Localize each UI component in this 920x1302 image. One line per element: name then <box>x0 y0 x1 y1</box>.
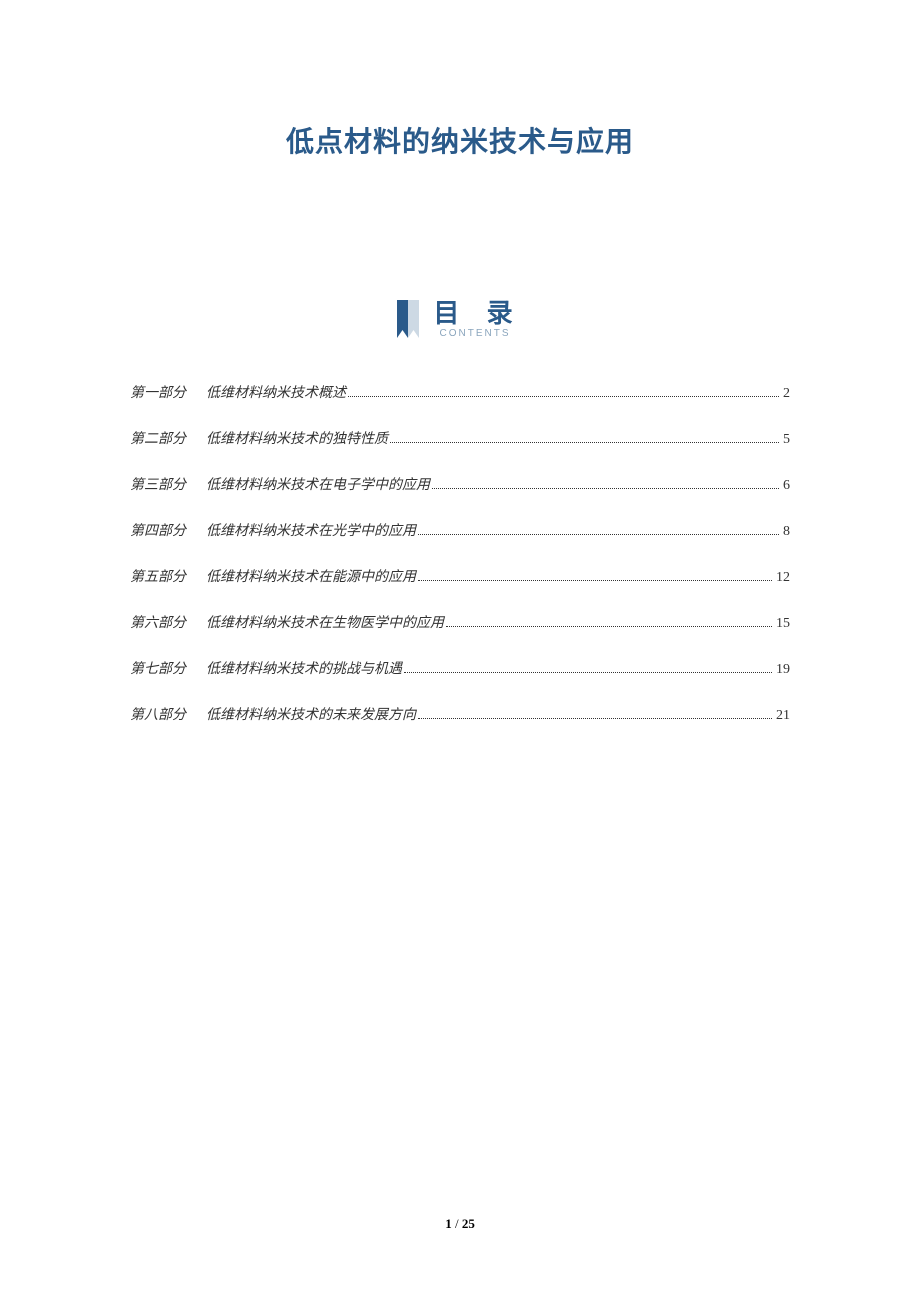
toc-entry-title: 低维材料纳米技术在生物医学中的应用 <box>206 612 444 632</box>
page-total: 25 <box>462 1216 475 1231</box>
toc-leader-dots <box>404 672 772 673</box>
toc-entry-title: 低维材料纳米技术的挑战与机遇 <box>206 658 402 678</box>
toc-part-label: 第八部分 <box>130 704 186 724</box>
toc-heading: 目 录 <box>427 300 522 326</box>
toc-entry[interactable]: 第六部分 低维材料纳米技术在生物医学中的应用 15 <box>130 612 790 632</box>
toc-leader-dots <box>390 442 779 443</box>
toc-leader-dots <box>446 626 772 627</box>
document-page: 低点材料的纳米技术与应用 目 录 CONTENTS 第一部分 低维材料纳米技术概… <box>0 0 920 724</box>
toc-part-label: 第二部分 <box>130 428 186 448</box>
toc-leader-dots <box>418 718 772 719</box>
toc-page-number: 21 <box>776 708 790 724</box>
toc-entry-title: 低维材料纳米技术概述 <box>206 382 346 402</box>
toc-leader-dots <box>432 488 779 489</box>
toc-entry-title: 低维材料纳米技术的未来发展方向 <box>206 704 416 724</box>
toc-page-number: 19 <box>776 662 790 678</box>
bookmark-icon <box>397 300 419 342</box>
toc-leader-dots <box>418 534 779 535</box>
toc-entry[interactable]: 第八部分 低维材料纳米技术的未来发展方向 21 <box>130 704 790 724</box>
toc-part-label: 第三部分 <box>130 474 186 494</box>
toc-part-label: 第六部分 <box>130 612 186 632</box>
toc-part-label: 第一部分 <box>130 382 186 402</box>
toc-page-number: 12 <box>776 570 790 586</box>
toc-page-number: 15 <box>776 616 790 632</box>
toc-part-label: 第四部分 <box>130 520 186 540</box>
page-footer: 1 / 25 <box>0 1216 920 1232</box>
toc-page-number: 5 <box>783 432 790 448</box>
toc-entry[interactable]: 第七部分 低维材料纳米技术的挑战与机遇 19 <box>130 658 790 678</box>
toc-entry-title: 低维材料纳米技术在光学中的应用 <box>206 520 416 540</box>
toc-header: 目 录 CONTENTS <box>130 300 790 342</box>
toc-leader-dots <box>418 580 772 581</box>
toc-entry-title: 低维材料纳米技术在电子学中的应用 <box>206 474 430 494</box>
toc-title-wrap: 目 录 CONTENTS <box>427 300 522 339</box>
toc-entry-title: 低维材料纳米技术在能源中的应用 <box>206 566 416 586</box>
toc-entry[interactable]: 第五部分 低维材料纳米技术在能源中的应用 12 <box>130 566 790 586</box>
toc-entry[interactable]: 第二部分 低维材料纳米技术的独特性质 5 <box>130 428 790 448</box>
toc-leader-dots <box>348 396 779 397</box>
toc-list: 第一部分 低维材料纳米技术概述 2 第二部分 低维材料纳米技术的独特性质 5 第… <box>130 382 790 724</box>
toc-entry-title: 低维材料纳米技术的独特性质 <box>206 428 388 448</box>
document-title: 低点材料的纳米技术与应用 <box>130 120 790 160</box>
toc-page-number: 2 <box>783 386 790 402</box>
toc-entry[interactable]: 第四部分 低维材料纳米技术在光学中的应用 8 <box>130 520 790 540</box>
toc-entry[interactable]: 第三部分 低维材料纳米技术在电子学中的应用 6 <box>130 474 790 494</box>
toc-page-number: 8 <box>783 524 790 540</box>
toc-part-label: 第七部分 <box>130 658 186 678</box>
toc-subheading: CONTENTS <box>439 328 510 339</box>
page-separator: / <box>452 1216 462 1231</box>
toc-part-label: 第五部分 <box>130 566 186 586</box>
toc-entry[interactable]: 第一部分 低维材料纳米技术概述 2 <box>130 382 790 402</box>
toc-page-number: 6 <box>783 478 790 494</box>
